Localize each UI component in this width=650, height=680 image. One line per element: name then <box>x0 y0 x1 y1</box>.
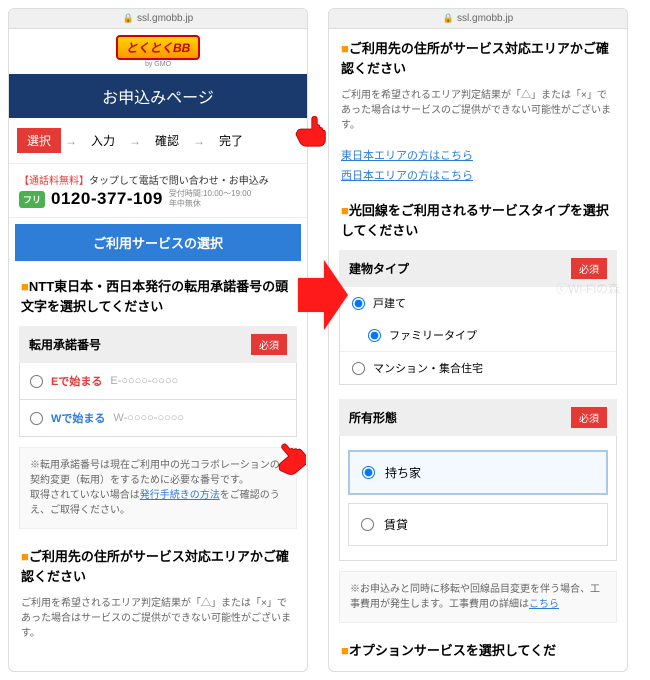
field-note: ※転用承諾番号は現在ご利用中の光コラボレーションの契約変更（転用）をするために必… <box>19 447 297 529</box>
radio-house[interactable]: 戸建て <box>340 287 616 319</box>
phone-number: 0120-377-109 <box>51 189 163 209</box>
required-badge: 必須 <box>571 258 607 279</box>
chevron-right-icon: → <box>129 134 141 148</box>
right-screenshot: ssl.gmobb.jp ■ご利用先の住所がサービス対応エリアかご確認ください … <box>328 8 628 672</box>
field-note: ※お申込みと同時に移転や回線品目変更を伴う場合、工事費用が発生します。工事費用の… <box>339 571 617 623</box>
chevron-right-icon: → <box>65 134 77 148</box>
required-badge: 必須 <box>571 407 607 428</box>
page-title: お申込みページ <box>9 74 307 118</box>
radio-option-e[interactable]: Eで始まるE-○○○○-○○○○ <box>19 363 297 400</box>
detail-link[interactable]: こちら <box>529 599 559 610</box>
section-title: ■ご利用先の住所がサービス対応エリアかご確認ください <box>329 29 627 88</box>
section-title: ■ご利用先の住所がサービス対応エリアかご確認ください <box>9 537 307 596</box>
section-description: ご利用を希望されるエリア判定結果が「△」または「×」であった場合はサービスのご提… <box>9 596 307 651</box>
west-area-link[interactable]: 西日本エリアの方はこちら <box>341 167 615 183</box>
step-confirm: 確認 <box>145 128 189 153</box>
required-badge: 必須 <box>251 334 287 355</box>
section-header: ご利用サービスの選択 <box>15 224 301 261</box>
radio-family[interactable]: ファミリータイプ <box>340 319 616 351</box>
field-header: 転用承諾番号必須 <box>19 326 297 363</box>
url-bar: ssl.gmobb.jp <box>9 9 307 29</box>
progress-steps: 選択 → 入力 → 確認 → 完了 <box>9 118 307 164</box>
field-header: 建物タイプ必須 <box>339 250 617 287</box>
section-title: ■光回線をご利用されるサービスタイプを選択してください <box>329 191 627 250</box>
logo: とくとくBB by GMO <box>9 29 307 74</box>
section-title: ■オプションサービスを選択してくだ <box>329 631 627 671</box>
radio-option-w[interactable]: Wで始まるW-○○○○-○○○○ <box>19 400 297 437</box>
field-header: 所有形態必須 <box>339 399 617 436</box>
step-input: 入力 <box>81 128 125 153</box>
left-screenshot: ssl.gmobb.jp とくとくBB by GMO お申込みページ 選択 → … <box>8 8 308 672</box>
radio-rent[interactable]: 賃貸 <box>348 503 608 546</box>
section-description: ご利用を希望されるエリア判定結果が「△」または「×」であった場合はサービスのご提… <box>329 88 627 143</box>
telephone-cta[interactable]: 【通話料無料】タップして電話で問い合わせ・お申込み フリ 0120-377-10… <box>9 164 307 218</box>
section-title: ■NTT東日本・西日本発行の転用承諾番号の頭文字を選択してください <box>9 267 307 326</box>
radio-owned[interactable]: 持ち家 <box>348 450 608 495</box>
issue-procedure-link[interactable]: 発行手続きの方法 <box>140 490 220 501</box>
step-select: 選択 <box>17 128 61 153</box>
step-done: 完了 <box>209 128 253 153</box>
east-area-link[interactable]: 東日本エリアの方はこちら <box>341 147 615 163</box>
freecall-icon: フリ <box>19 191 45 208</box>
url-bar: ssl.gmobb.jp <box>329 9 627 29</box>
radio-mansion[interactable]: マンション・集合住宅 <box>340 351 616 384</box>
chevron-right-icon: → <box>193 134 205 148</box>
